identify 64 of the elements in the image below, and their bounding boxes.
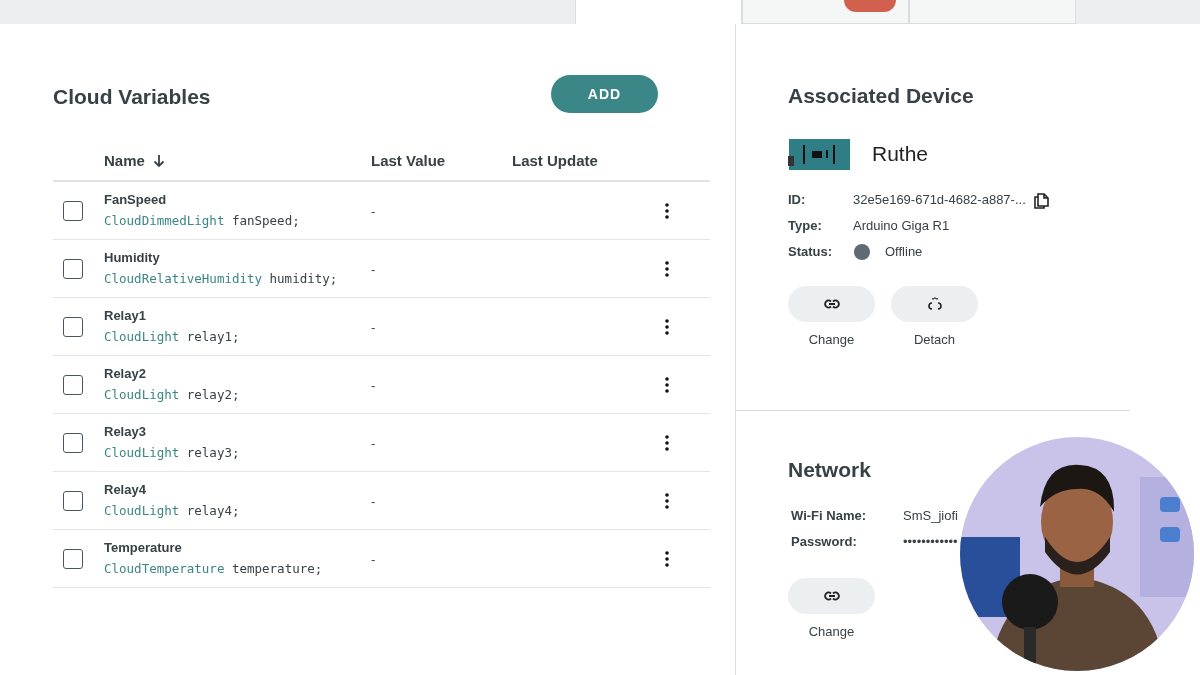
variable-declaration: CloudTemperature temperature; (104, 559, 323, 578)
link-icon (822, 590, 841, 601)
checkbox[interactable] (63, 548, 83, 569)
last-value: - (371, 319, 376, 335)
variable-name: Relay1 (104, 307, 146, 326)
variable-name: Relay3 (104, 423, 146, 442)
variable-name: Humidity (104, 249, 160, 268)
board-icon (788, 137, 851, 171)
action-label: Change (808, 330, 855, 349)
checkbox[interactable] (63, 374, 83, 395)
section-title: Cloud Variables (53, 83, 211, 110)
more-options-icon[interactable] (665, 434, 669, 451)
variable-name: Relay2 (104, 365, 146, 384)
variable-declaration: CloudRelativeHumidity humidity; (104, 269, 338, 288)
action-button[interactable] (788, 577, 875, 614)
last-value: - (371, 377, 376, 393)
variable-declaration: CloudLight relay3; (104, 443, 240, 462)
section-title: Associated Device (788, 83, 975, 109)
more-options-icon[interactable] (665, 260, 669, 277)
field-label: ID: (788, 190, 807, 209)
field-label: Password: (791, 533, 858, 552)
field-value: SmS_jiofi (903, 507, 958, 526)
column-header[interactable]: Last Value (371, 149, 446, 173)
broken-link-icon (925, 296, 944, 311)
action-label: Detach (913, 330, 956, 349)
column-header[interactable]: Name (104, 149, 145, 173)
field-value: •••••••••••• (903, 533, 958, 552)
column-header[interactable]: Last Update (512, 149, 598, 173)
more-options-icon[interactable] (665, 550, 669, 567)
variable-declaration: CloudLight relay2; (104, 385, 240, 404)
more-options-icon[interactable] (665, 318, 669, 335)
more-options-icon[interactable] (665, 376, 669, 393)
checkbox[interactable] (63, 316, 83, 337)
checkbox[interactable] (63, 490, 83, 511)
field-value: Arduino Giga R1 (853, 216, 950, 235)
checkbox[interactable] (63, 432, 83, 453)
last-value: - (371, 203, 376, 219)
variable-declaration: CloudDimmedLight fanSpeed; (104, 211, 300, 230)
tab[interactable] (742, 0, 909, 24)
sort-arrow-icon[interactable] (152, 154, 165, 168)
more-options-icon[interactable] (665, 492, 669, 509)
variable-name: FanSpeed (104, 191, 167, 210)
more-options-icon[interactable] (665, 202, 669, 219)
field-label: Status: (788, 242, 834, 261)
field-value: 32e5e169-671d-4682-a887-... (853, 190, 1026, 209)
last-value: - (371, 261, 376, 277)
field-label: Wi-Fi Name: (791, 507, 867, 526)
device-name: Ruthe (872, 141, 929, 168)
variable-name: Temperature (104, 539, 182, 558)
action-label: Change (808, 622, 855, 641)
field-value: Offline (885, 242, 923, 261)
checkbox[interactable] (63, 200, 83, 221)
checkbox[interactable] (63, 258, 83, 279)
field-label: Type: (788, 216, 823, 235)
variable-name: Relay4 (104, 481, 146, 500)
link-icon (822, 298, 841, 309)
last-value: - (371, 551, 376, 567)
section-title: Network (788, 457, 872, 483)
variable-declaration: CloudLight relay4; (104, 501, 240, 520)
last-value: - (371, 435, 376, 451)
last-value: - (371, 493, 376, 509)
variable-declaration: CloudLight relay1; (104, 327, 240, 346)
add-button[interactable]: ADD (551, 75, 658, 113)
action-button[interactable] (788, 285, 875, 322)
